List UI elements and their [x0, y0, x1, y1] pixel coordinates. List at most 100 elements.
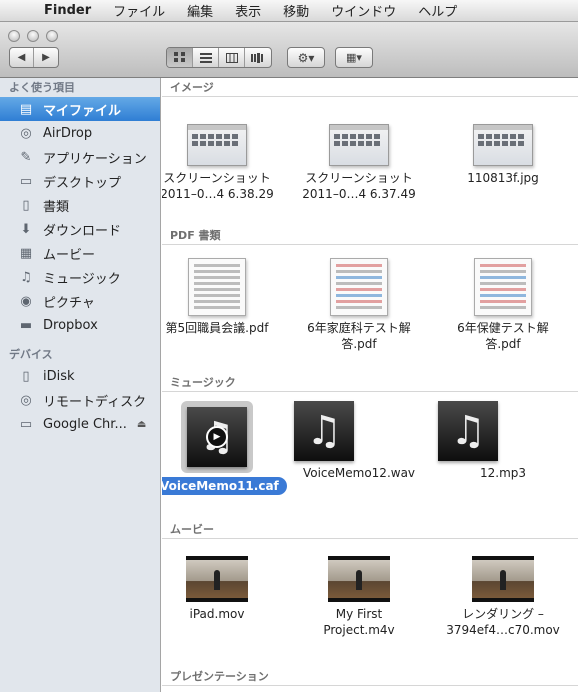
menu-go[interactable]: 移動 [272, 1, 320, 20]
file-item[interactable]: ♫ VoiceMemo12.wav [294, 401, 424, 481]
pdf-thumbnail [330, 258, 388, 316]
applications-icon: ✎ [20, 149, 32, 165]
sidebar-item-disk-image[interactable]: ▭ Google Chr... ⏏ [0, 412, 160, 436]
back-button[interactable]: ◀ [10, 48, 34, 67]
file-item[interactable]: iPad.mov [162, 556, 282, 622]
icon-view-button[interactable] [167, 48, 193, 67]
file-item[interactable]: スクリーンショット 2011–0…4 6.37.49 [294, 124, 424, 202]
thumbnail-cell [192, 134, 198, 139]
sidebar-item-desktop[interactable]: ▭ デスクトップ [0, 169, 160, 193]
section-0: イメージ スクリーンショット 2011–0…4 6.38.29 スクリーンショット 20… [162, 78, 578, 225]
file-item[interactable]: My First Project.m4v [294, 556, 424, 638]
file-name-label: 6年家庭科テスト解 [294, 320, 424, 336]
remote-disc-icon: ◎ [20, 392, 32, 408]
sidebar-item-movies[interactable]: ▦ ムービー [0, 241, 160, 265]
thumbnail-cell [334, 134, 340, 139]
music-icon: ♫ [20, 269, 32, 285]
section-2: ミュージック♫▶VoiceMemo11.caf♫VoiceMemo12.wav♫… [162, 373, 578, 520]
file-item[interactable]: 6年保健テスト解 答.pdf [438, 258, 568, 352]
file-item[interactable]: スクリーンショット 2011–0…4 6.38.29 [162, 124, 282, 202]
sidebar-item-label: ミュージック [43, 271, 121, 287]
sidebar-item-label: リモートディスク [43, 394, 147, 410]
thumbnail-cell [232, 141, 238, 146]
file-name-label: スクリーンショット [162, 170, 282, 186]
sidebar-item-idisk[interactable]: ▯ iDisk [0, 364, 160, 388]
sidebar-item-folder[interactable]: ▬ Dropbox [0, 313, 160, 337]
menu-help[interactable]: ヘルプ [407, 1, 468, 20]
file-name-label: VoiceMemo12.wav [294, 465, 424, 481]
thumbnail-cell [502, 134, 508, 139]
file-name-label: レンダリング – [438, 606, 568, 622]
menu-file[interactable]: ファイル [102, 1, 176, 20]
arrange-menu-button[interactable]: ▦▾ [335, 47, 373, 68]
file-thumbnail: ♫ [294, 401, 424, 461]
file-name: スクリーンショット [163, 171, 271, 185]
coverflow-view-icon [251, 52, 263, 63]
movie-thumbnail [186, 556, 248, 602]
pdf-text-line [480, 282, 526, 285]
sidebar-header-favorites: よく使う項目 [9, 81, 75, 94]
file-item[interactable]: ♫▶ VoiceMemo11.caf [162, 401, 287, 495]
sidebar-item-music[interactable]: ♫ ミュージック [0, 265, 160, 289]
sidebar-item-remote-disc[interactable]: ◎ リモートディスク [0, 388, 160, 412]
file-name-label: VoiceMemo11.caf [162, 477, 287, 495]
file-name: 110813f.jpg [467, 171, 539, 185]
thumbnail-cell [510, 141, 516, 146]
file-thumbnail [162, 556, 282, 602]
thumbnail-cell [208, 134, 214, 139]
thumbnail-cell [510, 134, 516, 139]
sidebar-item-label: マイファイル [43, 103, 122, 119]
list-view-button[interactable] [193, 48, 219, 67]
menu-view[interactable]: 表示 [224, 1, 272, 20]
file-name: スクリーンショット [305, 171, 413, 185]
thumbnail-cell [216, 141, 222, 146]
file-item[interactable]: 第5回職員会議.pdf [162, 258, 282, 336]
coverflow-view-button[interactable] [245, 48, 271, 67]
thumbnail-cell [232, 134, 238, 139]
eject-icon[interactable]: ⏏ [137, 419, 146, 430]
close-button[interactable] [8, 30, 20, 42]
pdf-text-line [194, 306, 240, 309]
play-icon[interactable]: ▶ [206, 426, 228, 448]
file-thumbnail [438, 124, 568, 166]
section-1: PDF 書類 第5回職員会議.pdf 6年家庭科テスト解 答.pdf 6年保健テスト解答… [162, 226, 578, 373]
file-item[interactable]: ♫ 12.mp3 [438, 401, 568, 481]
action-menu-button[interactable]: ⚙▾ [287, 47, 325, 68]
sidebar-header-devices: デバイス [9, 348, 53, 361]
thumbnail-cell [358, 141, 364, 146]
minimize-button[interactable] [27, 30, 39, 42]
thumbnail-cell [494, 141, 500, 146]
column-view-button[interactable] [219, 48, 245, 67]
movie-thumbnail [472, 556, 534, 602]
sidebar-item-documents[interactable]: ▯ 書類 [0, 193, 160, 217]
file-item[interactable]: 6年家庭科テスト解 答.pdf [294, 258, 424, 352]
file-name-line2: Project.m4v [323, 623, 395, 637]
file-name: 第5回職員会議.pdf [165, 321, 269, 335]
music-note-icon: ♫ [294, 401, 354, 461]
file-name-line2: 答.pdf [341, 337, 377, 351]
sidebar-item-airdrop[interactable]: ◎ AirDrop [0, 121, 160, 145]
idisk-icon: ▯ [22, 368, 30, 384]
sidebar-item-pictures[interactable]: ◉ ピクチャ [0, 289, 160, 313]
menu-bar: Finder ファイル 編集 表示 移動 ウインドウ ヘルプ [0, 0, 578, 22]
pdf-text-line [336, 300, 382, 303]
screenshot-thumbnail [187, 124, 247, 166]
zoom-button[interactable] [46, 30, 58, 42]
file-item[interactable]: レンダリング – 3794ef4…c70.mov [438, 556, 568, 638]
menu-finder[interactable]: Finder [40, 3, 102, 18]
sidebar-item-label: iDisk [43, 368, 75, 384]
sidebar-item-downloads[interactable]: ⬇ ダウンロード [0, 217, 160, 241]
icon-view-icon [173, 52, 185, 62]
sidebar-item-applications[interactable]: ✎ アプリケーション [0, 145, 160, 169]
menu-edit[interactable]: 編集 [176, 1, 224, 20]
thumbnail-cell [374, 134, 380, 139]
menu-window[interactable]: ウインドウ [320, 1, 407, 20]
forward-button[interactable]: ▶ [34, 48, 58, 67]
file-name: iPad.mov [189, 607, 245, 621]
sidebar-item-allmyfiles[interactable]: ▤ マイファイル [0, 97, 160, 121]
file-name-label: 第5回職員会議.pdf [162, 320, 282, 336]
pictures-icon: ◉ [20, 293, 32, 309]
thumbnail-grid [188, 130, 246, 150]
file-item[interactable]: 110813f.jpg [438, 124, 568, 186]
pdf-text-line [194, 300, 240, 303]
